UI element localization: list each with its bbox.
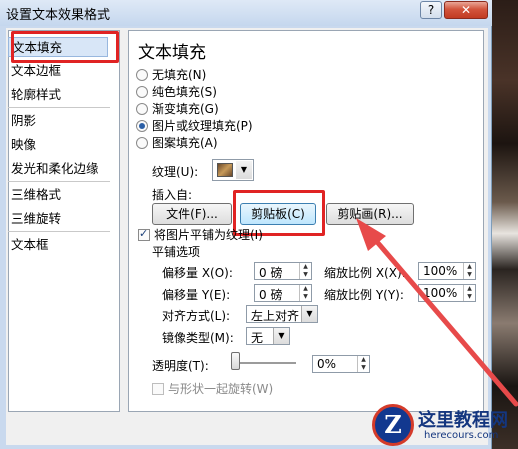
close-button[interactable]: ✕ [444, 1, 488, 19]
texture-label: 纹理(U): [152, 165, 199, 179]
radio-pattern-fill[interactable]: 图案填充(A) [136, 135, 218, 151]
offset-y-label: 偏移量 Y(E): [162, 288, 231, 302]
nav-item-reflection[interactable]: 映像 [8, 135, 108, 155]
radio-no-fill[interactable]: 无填充(N) [136, 67, 206, 83]
nav-item-shadow[interactable]: 阴影 [8, 111, 108, 131]
texture-swatch-icon [217, 163, 233, 177]
help-button[interactable]: ? [420, 1, 442, 19]
radio-picture-texture-fill[interactable]: 图片或纹理填充(P) [136, 118, 253, 134]
clipart-button[interactable]: 剪贴画(R)... [326, 203, 414, 225]
nav-item-text-outline[interactable]: 文本边框 [8, 61, 108, 81]
radio-icon [136, 86, 148, 98]
radio-icon [136, 69, 148, 81]
scale-x-spinner[interactable]: 100% ▲ ▼ [418, 262, 476, 280]
spinner-arrows-icon[interactable]: ▲ ▼ [299, 263, 311, 279]
rotate-with-shape-checkbox[interactable]: 与形状一起旋转(W) [152, 380, 273, 397]
offset-x-spinner[interactable]: 0 磅 ▲ ▼ [254, 262, 312, 280]
tile-options-label: 平铺选项 [152, 245, 201, 259]
nav-item-text-box[interactable]: 文本框 [8, 235, 108, 255]
offset-y-spinner[interactable]: 0 磅 ▲ ▼ [254, 284, 312, 302]
radio-gradient-fill[interactable]: 渐变填充(G) [136, 101, 219, 117]
spinner-arrows-icon[interactable]: ▲ ▼ [357, 356, 369, 372]
offset-x-label: 偏移量 X(O): [162, 266, 233, 280]
dropdown-arrow-icon: ▼ [273, 328, 289, 344]
panel-title: 文本填充 [138, 43, 206, 63]
nav-item-3d-format[interactable]: 三维格式 [8, 185, 108, 205]
dropdown-arrow-icon: ▼ [236, 161, 252, 179]
spinner-arrows-icon[interactable]: ▲ ▼ [463, 263, 475, 279]
nav-item-glow-soft-edges[interactable]: 发光和柔化边缘 [8, 159, 108, 179]
tile-checkbox[interactable]: 将图片平铺为纹理(I) [138, 226, 263, 243]
site-logo-icon: Z [372, 404, 414, 446]
spinner-arrows-icon[interactable]: ▲ ▼ [299, 285, 311, 301]
nav-divider [8, 107, 110, 108]
window-title: 设置文本效果格式 [6, 8, 111, 23]
mirror-type-label: 镜像类型(M): [162, 331, 234, 345]
texture-picker[interactable]: ▼ [212, 159, 254, 181]
transparency-spinner[interactable]: 0% ▲ ▼ [312, 355, 370, 373]
dropdown-arrow-icon: ▼ [301, 306, 317, 322]
screenshot: 设置文本效果格式 ? ✕ 文本填充 文本边框 轮廓样式 阴影 映像 发光和柔化边… [0, 0, 518, 449]
watermark-url: herecours.com [424, 430, 499, 441]
title-bar: 设置文本效果格式 ? ✕ [0, 0, 492, 26]
site-watermark: Z 这里教程网 herecours.com [372, 404, 518, 449]
nav-divider [8, 181, 110, 182]
insert-from-label: 插入自: [152, 188, 193, 202]
transparency-slider-track[interactable] [232, 362, 296, 364]
scale-y-spinner[interactable]: 100% ▲ ▼ [418, 284, 476, 302]
mirror-type-select[interactable]: 无 ▼ [246, 327, 290, 345]
radio-solid-fill[interactable]: 纯色填充(S) [136, 84, 217, 100]
nav-divider [8, 231, 110, 232]
scale-y-label: 缩放比例 Y(Y): [324, 288, 404, 302]
watermark-name: 这里教程网 [418, 410, 508, 431]
file-button[interactable]: 文件(F)... [152, 203, 232, 225]
radio-icon [136, 137, 148, 149]
radio-selected-icon [136, 120, 148, 132]
format-text-effects-dialog: 设置文本效果格式 ? ✕ 文本填充 文本边框 轮廓样式 阴影 映像 发光和柔化边… [0, 0, 492, 449]
background-photo [490, 0, 518, 449]
alignment-label: 对齐方式(L): [162, 309, 231, 323]
radio-icon [136, 103, 148, 115]
scale-x-label: 缩放比例 X(X): [324, 266, 406, 280]
spinner-arrows-icon[interactable]: ▲ ▼ [463, 285, 475, 301]
alignment-select[interactable]: 左上对齐 ▼ [246, 305, 318, 323]
highlight-box-text-fill [11, 31, 119, 63]
nav-item-3d-rotation[interactable]: 三维旋转 [8, 209, 108, 229]
transparency-label: 透明度(T): [152, 359, 209, 373]
checkbox-checked-icon [138, 227, 150, 241]
checkbox-icon [152, 383, 164, 395]
nav-item-outline-style[interactable]: 轮廓样式 [8, 85, 108, 105]
transparency-slider-thumb[interactable] [231, 352, 240, 370]
